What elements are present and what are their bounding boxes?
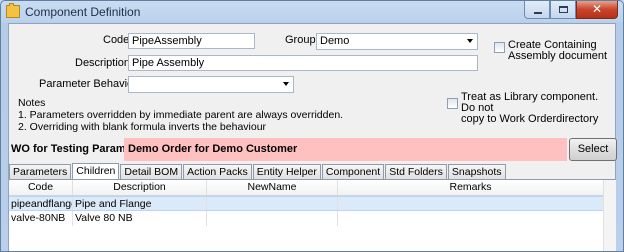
window-title: Component Definition — [25, 5, 141, 19]
tab-entity-helper[interactable]: Entity Helper — [252, 164, 321, 179]
grid-header: Code Description NewName Remarks — [9, 180, 604, 196]
notes-block: Notes 1. Parameters overridden by immedi… — [18, 97, 343, 133]
treat-as-library-checkbox[interactable] — [447, 98, 458, 109]
maximize-button[interactable] — [550, 1, 576, 19]
wo-testing-value: Demo Order for Demo Customer — [124, 138, 567, 161]
parameter-behaviour-dropdown[interactable] — [128, 76, 294, 93]
create-containing-label: Create Containing Assembly document — [508, 40, 607, 62]
tab-parameters[interactable]: Parameters — [9, 164, 72, 179]
grid-vertical-scrollbar[interactable] — [603, 180, 616, 251]
cell-code[interactable]: pipeandflange — [9, 197, 73, 210]
column-header-newname[interactable]: NewName — [207, 180, 338, 195]
group-selected-value: Demo — [320, 35, 350, 47]
select-button[interactable]: Select — [569, 138, 617, 161]
code-label: Code — [103, 34, 130, 46]
treat-as-library-label: Treat as Library component. Do not copy … — [461, 92, 615, 125]
table-row[interactable]: pipeandflange Pipe and Flange — [9, 196, 604, 211]
treat-as-library-label-line1: Treat as Library component. Do not — [461, 91, 599, 114]
minimize-button[interactable] — [524, 1, 550, 19]
group-dropdown[interactable]: Demo — [316, 33, 478, 50]
form-body: Code PipeAssembly Group Demo Create Cont… — [8, 23, 617, 251]
cell-code[interactable]: valve-80NB — [9, 211, 73, 226]
create-containing-checkbox[interactable] — [494, 42, 505, 53]
treat-as-library-label-line2: copy to Work Orderdirectory — [461, 113, 599, 125]
group-label: Group — [285, 34, 316, 46]
column-header-description[interactable]: Description — [73, 180, 207, 195]
cell-remarks[interactable] — [338, 197, 604, 210]
close-button[interactable]: ✕ — [576, 1, 618, 19]
create-containing-label-line2: Assembly document — [508, 50, 608, 62]
notes-line-1: 1. Parameters overridden by immediate pa… — [18, 109, 344, 121]
tab-snapshots[interactable]: Snapshots — [447, 164, 506, 179]
column-header-remarks[interactable]: Remarks — [338, 180, 604, 195]
chevron-down-icon — [283, 82, 289, 86]
tab-component[interactable]: Component — [321, 164, 385, 179]
minimize-icon — [534, 12, 542, 14]
cell-description[interactable]: Valve 80 NB — [73, 211, 207, 226]
notes-line-2: 2. Overriding with blank formula inverts… — [18, 121, 267, 133]
close-icon: ✕ — [591, 2, 603, 16]
title-bar[interactable]: Component Definition ✕ — [1, 1, 623, 23]
children-grid: Code Description NewName Remarks pipeand… — [9, 179, 616, 251]
component-definition-window: Component Definition ✕ Code PipeAssembly… — [0, 0, 624, 252]
table-row[interactable]: valve-80NB Valve 80 NB — [9, 211, 604, 226]
code-input[interactable]: PipeAssembly — [128, 33, 255, 49]
tab-children[interactable]: Children — [72, 163, 120, 179]
description-input[interactable]: Pipe Assembly — [128, 55, 478, 71]
notes-title: Notes — [18, 97, 46, 109]
cell-newname[interactable] — [207, 197, 338, 210]
maximize-icon — [559, 6, 568, 13]
chevron-down-icon — [467, 39, 473, 43]
tab-strip: Parameters Children Detail BOM Action Pa… — [9, 163, 507, 179]
folder-icon — [6, 3, 20, 18]
cell-remarks[interactable] — [338, 211, 604, 226]
tab-action-packs[interactable]: Action Packs — [183, 164, 252, 179]
cell-newname[interactable] — [207, 211, 338, 226]
tab-detail-bom[interactable]: Detail BOM — [120, 164, 183, 179]
description-label: Description — [75, 57, 131, 69]
cell-description[interactable]: Pipe and Flange — [73, 197, 207, 210]
column-header-code[interactable]: Code — [9, 180, 73, 195]
caption-buttons: ✕ — [524, 1, 618, 19]
tab-std-folders[interactable]: Std Folders — [385, 164, 447, 179]
